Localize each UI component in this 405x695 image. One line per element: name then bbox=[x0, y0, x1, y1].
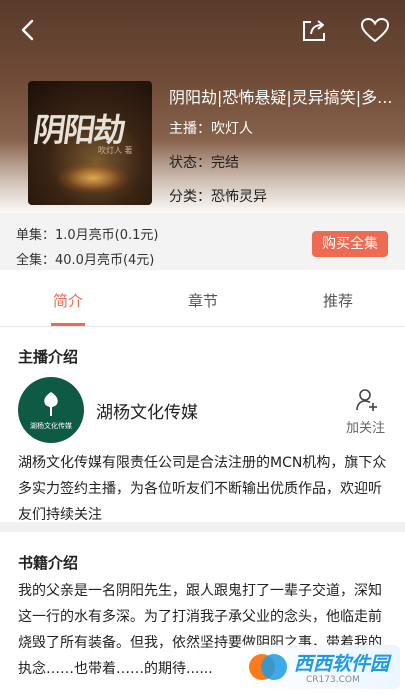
tab-bar: 简介 章节 推荐 bbox=[0, 270, 405, 327]
back-arrow-icon[interactable] bbox=[14, 16, 42, 44]
book-section-title: 书籍介绍 bbox=[18, 554, 79, 572]
add-follow-icon[interactable] bbox=[356, 388, 378, 412]
status-value: 完结 bbox=[211, 155, 239, 171]
tab-recommend[interactable]: 推荐 bbox=[308, 290, 368, 311]
section-divider bbox=[0, 522, 405, 532]
tab-intro[interactable]: 简介 bbox=[38, 290, 98, 311]
anchor-avatar[interactable]: 湖杨文化传媒 bbox=[18, 377, 84, 443]
avatar-logo-text: 湖杨文化传媒 bbox=[30, 422, 72, 430]
cover-fire-glow bbox=[58, 163, 128, 193]
anchor-value: 吹灯人 bbox=[211, 121, 253, 137]
book-cover-image[interactable]: 阴阳劫 吹灯人 著 bbox=[28, 81, 152, 205]
tree-logo-icon bbox=[44, 392, 58, 416]
watermark-badge: 西西软件园 CR173.COM bbox=[240, 645, 400, 689]
watermark-text: 西西软件园 bbox=[294, 653, 390, 675]
book-title: 阴阳劫|恐怖悬疑|灵异搞笑|多... bbox=[169, 88, 393, 107]
watermark-url: CR173.COM bbox=[306, 675, 360, 685]
category-label: 分类： bbox=[169, 189, 211, 205]
anchor-section-title: 主播介绍 bbox=[18, 348, 79, 366]
buy-all-button[interactable]: 购买全集 bbox=[312, 231, 388, 257]
share-icon[interactable] bbox=[300, 16, 328, 44]
full-set-price: 全集：40.0月亮币(4元) bbox=[16, 253, 155, 268]
favorite-heart-icon[interactable] bbox=[360, 16, 390, 44]
cover-author-text: 吹灯人 著 bbox=[98, 146, 133, 155]
anchor-name[interactable]: 湖杨文化传媒 bbox=[96, 398, 198, 423]
tab-chapters[interactable]: 章节 bbox=[173, 290, 233, 311]
anchor-line: 主播：吹灯人 bbox=[169, 118, 253, 138]
anchor-label: 主播： bbox=[169, 121, 211, 137]
book-header: 阴阳劫 吹灯人 著 阴阳劫|恐怖悬疑|灵异搞笑|多... 主播：吹灯人 状态：完… bbox=[0, 0, 405, 213]
follow-label[interactable]: 加关注 bbox=[346, 417, 385, 436]
category-value: 恐怖灵异 bbox=[211, 189, 267, 205]
single-episode-price: 单集：1.0月亮币(0.1元) bbox=[16, 228, 159, 243]
watermark-logo-icon bbox=[249, 654, 287, 680]
status-line: 状态：完结 bbox=[169, 152, 239, 172]
anchor-description: 湖杨文化传媒有限责任公司是合法注册的MCN机构，旗下众多实力签约主播，为各位听友… bbox=[18, 455, 387, 523]
price-area: 单集：1.0月亮币(0.1元) 全集：40.0月亮币(4元) 购买全集 bbox=[0, 213, 405, 270]
status-label: 状态： bbox=[169, 155, 211, 171]
active-tab-indicator bbox=[51, 323, 85, 326]
category-line: 分类：恐怖灵异 bbox=[169, 186, 267, 206]
